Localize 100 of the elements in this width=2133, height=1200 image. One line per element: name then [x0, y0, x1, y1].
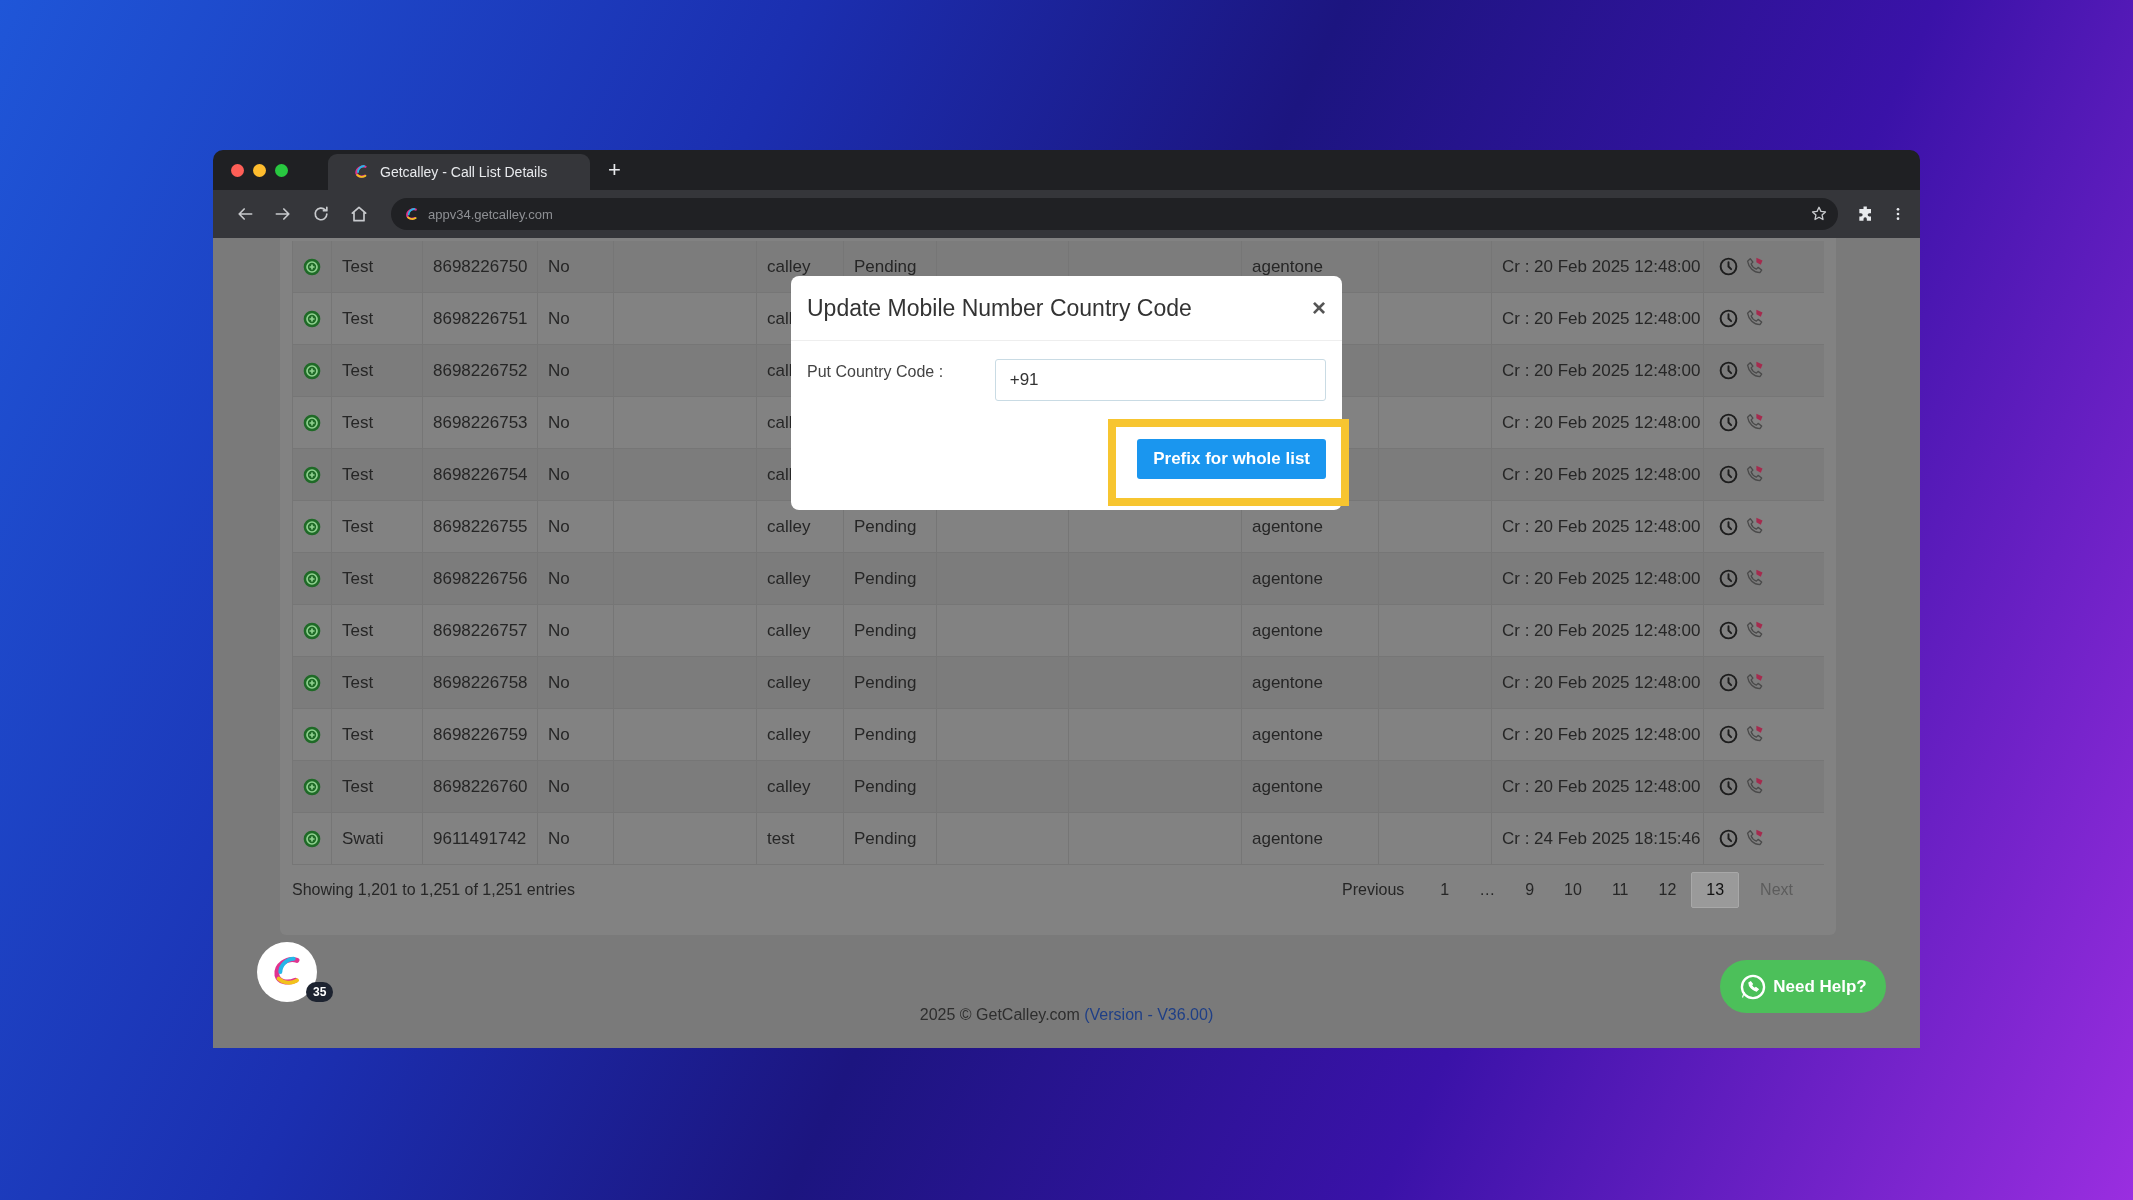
star-icon[interactable] [1810, 205, 1828, 223]
table-cell: Test [342, 360, 374, 381]
help-button[interactable]: Need Help? [1720, 960, 1886, 1013]
page-button[interactable]: 9 [1510, 872, 1550, 908]
add-circle-icon[interactable] [302, 776, 322, 797]
add-circle-icon[interactable] [302, 516, 322, 537]
add-circle-icon[interactable] [302, 412, 322, 433]
table-cell: 8698226757 [433, 620, 528, 641]
table-cell: calley [767, 620, 811, 641]
clock-icon[interactable] [1718, 308, 1739, 329]
table-cell: Cr : 20 Feb 2025 12:48:00 [1502, 412, 1701, 433]
table-cell: No [548, 256, 570, 277]
window-control[interactable] [231, 163, 244, 177]
clock-icon[interactable] [1718, 724, 1739, 745]
table-cell: Test [342, 464, 374, 485]
table-cell: calley [767, 724, 811, 745]
table-cell: agentone [1252, 828, 1323, 849]
input-field[interactable]: +91 [994, 359, 1326, 401]
table-cell: No [548, 360, 570, 381]
pagination-link[interactable]: Previous [1321, 872, 1426, 908]
table-cell: 8698226758 [433, 672, 528, 693]
table-cell: 8698226750 [433, 256, 528, 277]
page-button[interactable]: 1 [1425, 872, 1465, 908]
reload-icon[interactable] [311, 204, 331, 224]
version-link[interactable]: (Version - V36.00) [1084, 1006, 1214, 1023]
table-cell: calley [767, 568, 811, 589]
table-cell: Pending [854, 516, 917, 537]
footer-text: 2025 © GetCalley.com (Version - V36.00) [919, 1006, 1214, 1023]
table-cell: No [548, 308, 570, 329]
page-button[interactable]: 11 [1596, 872, 1644, 908]
table-cell: agentone [1252, 568, 1323, 589]
table-cell: No [548, 464, 570, 485]
table-cell: Test [342, 308, 374, 329]
field-label: Put Country Code : [807, 362, 945, 381]
add-circle-icon[interactable] [302, 672, 322, 693]
table-cell: No [548, 672, 570, 693]
logo-icon [403, 205, 420, 223]
page-button[interactable]: 10 [1549, 872, 1597, 908]
table-cell: Pending [854, 828, 917, 849]
add-circle-icon[interactable] [302, 256, 322, 277]
page-button[interactable]: 13 [1691, 872, 1740, 908]
close-button[interactable]: × [1312, 294, 1326, 322]
table-cell: Cr : 20 Feb 2025 12:48:00 [1502, 308, 1701, 329]
table-cell: Cr : 20 Feb 2025 12:48:00 [1502, 464, 1701, 485]
table-cell: Pending [854, 620, 917, 641]
window-control[interactable] [253, 163, 266, 177]
table-cell: Pending [854, 776, 917, 797]
table-cell: calley [767, 672, 811, 693]
add-circle-icon[interactable] [302, 464, 322, 485]
add-circle-icon[interactable] [302, 568, 322, 589]
clock-icon[interactable] [1718, 256, 1739, 277]
new-tab-button[interactable]: + [608, 159, 621, 181]
add-circle-icon[interactable] [302, 360, 322, 381]
clock-icon[interactable] [1718, 828, 1739, 849]
table-cell: agentone [1252, 256, 1323, 277]
table-cell: 8698226760 [433, 776, 528, 797]
table-cell: agentone [1252, 620, 1323, 641]
table-cell: call [767, 360, 793, 381]
entries-info: Showing 1,201 to 1,251 of 1,251 entries [292, 881, 575, 899]
url-text: appv34.getcalley.com [428, 206, 553, 222]
table-cell: calley [767, 256, 811, 277]
clock-icon[interactable] [1718, 360, 1739, 381]
table-cell: 8698226751 [433, 308, 528, 329]
table-cell: 8698226753 [433, 412, 528, 433]
table-cell: No [548, 724, 570, 745]
clock-icon[interactable] [1718, 464, 1739, 485]
table-cell: call [767, 412, 793, 433]
table-cell: Test [342, 516, 374, 537]
page-button[interactable]: 12 [1643, 872, 1692, 908]
table-cell: No [548, 516, 570, 537]
clock-icon[interactable] [1718, 568, 1739, 589]
table-cell: Test [342, 724, 374, 745]
clock-icon[interactable] [1718, 412, 1739, 433]
add-circle-icon[interactable] [302, 308, 322, 329]
clock-icon[interactable] [1718, 620, 1739, 641]
clock-icon[interactable] [1718, 672, 1739, 693]
add-circle-icon[interactable] [302, 828, 322, 849]
add-circle-icon[interactable] [302, 620, 322, 641]
table-cell: agentone [1252, 516, 1323, 537]
address-bar[interactable]: appv34.getcalley.com [391, 198, 1838, 230]
browser-tab[interactable]: Getcalley - Call List Details [328, 154, 590, 190]
table-cell: Cr : 20 Feb 2025 12:48:00 [1502, 672, 1701, 693]
table-cell: Pending [854, 568, 917, 589]
prefix-button[interactable]: Prefix for whole list [1137, 439, 1326, 479]
add-circle-icon[interactable] [302, 724, 322, 745]
table-cell: No [548, 568, 570, 589]
logo-icon [352, 163, 370, 181]
chat-bubble-icon [1739, 972, 1768, 1001]
table-cell: Cr : 20 Feb 2025 12:48:00 [1502, 516, 1701, 537]
ellipsis: … [1478, 880, 1497, 900]
home-icon[interactable] [349, 204, 369, 224]
dialog-title: Update Mobile Number Country Code [807, 294, 1192, 322]
table-cell: Cr : 24 Feb 2025 18:15:46 [1502, 828, 1701, 849]
clock-icon[interactable] [1718, 516, 1739, 537]
table-cell: Cr : 20 Feb 2025 12:48:00 [1502, 620, 1701, 641]
table-cell: Test [342, 412, 374, 433]
table-cell: call [767, 464, 793, 485]
clock-icon[interactable] [1718, 776, 1739, 797]
window-control[interactable] [275, 163, 288, 177]
table-cell: 8698226755 [433, 516, 528, 537]
